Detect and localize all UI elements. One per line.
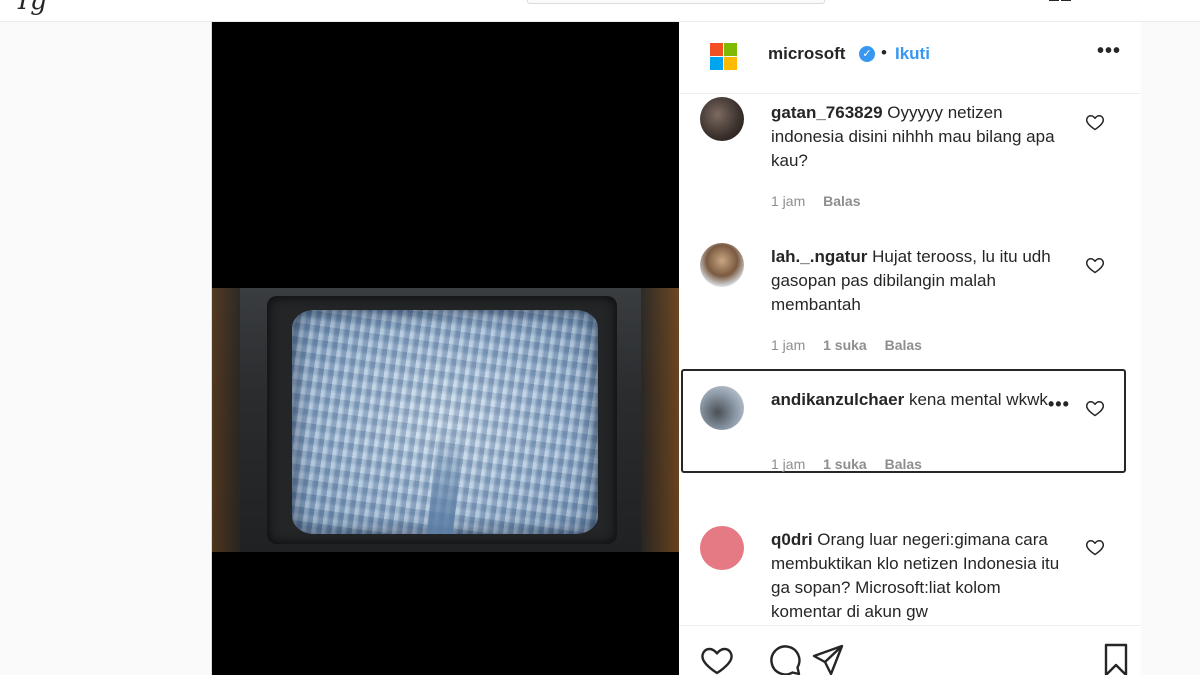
avatar[interactable] bbox=[700, 526, 744, 570]
instagram-wordmark-logo[interactable]: Ig bbox=[18, 0, 49, 16]
comment-username[interactable]: q0dri bbox=[771, 530, 813, 549]
nav-icon[interactable] bbox=[1048, 0, 1078, 4]
avatar[interactable] bbox=[700, 386, 744, 430]
light-right bbox=[641, 288, 679, 552]
logo-green-square bbox=[724, 43, 737, 56]
post-media[interactable] bbox=[212, 22, 679, 675]
post-dialog: microsoft ✓ • Ikuti ••• gatan_763829 Oyy… bbox=[211, 22, 1141, 675]
heart-icon[interactable] bbox=[1085, 112, 1105, 132]
comment-time[interactable]: 1 jam bbox=[771, 456, 805, 472]
comment-likes[interactable]: 1 suka bbox=[823, 337, 867, 353]
reply-button[interactable]: Balas bbox=[885, 337, 922, 353]
light-left bbox=[212, 288, 240, 552]
avatar[interactable] bbox=[700, 243, 744, 287]
comment-meta: 1 jam Balas bbox=[771, 193, 874, 209]
avatar[interactable] bbox=[700, 97, 744, 141]
comment-text: kena mental wkwk bbox=[908, 390, 1048, 409]
tv-video-frame bbox=[212, 288, 679, 552]
logo-red-square bbox=[710, 43, 723, 56]
follow-button[interactable]: Ikuti bbox=[895, 44, 930, 64]
tv-screen-snowy-forest bbox=[292, 310, 598, 534]
comment-options-button[interactable]: ••• bbox=[1048, 394, 1070, 415]
comment-body: gatan_763829 Oyyyyy netizen indonesia di… bbox=[771, 101, 1071, 173]
bookmark-icon[interactable] bbox=[1098, 642, 1134, 675]
share-icon[interactable] bbox=[810, 642, 846, 675]
header-separator: • bbox=[881, 43, 887, 62]
comments-panel: microsoft ✓ • Ikuti ••• gatan_763829 Oyy… bbox=[679, 22, 1141, 675]
post-header: microsoft ✓ • Ikuti ••• bbox=[679, 22, 1141, 94]
logo-yellow-square bbox=[724, 57, 737, 70]
search-input[interactable] bbox=[527, 0, 825, 4]
more-options-button[interactable]: ••• bbox=[1097, 40, 1121, 63]
comment-likes[interactable]: 1 suka bbox=[823, 456, 867, 472]
comment-username[interactable]: andikanzulchaer bbox=[771, 390, 904, 409]
top-navigation: Ig bbox=[0, 0, 1200, 22]
comment-text: Orang luar negeri:gimana cara membuktika… bbox=[771, 530, 1060, 621]
heart-icon[interactable] bbox=[1085, 255, 1105, 275]
like-heart-icon[interactable] bbox=[699, 642, 735, 675]
header-username[interactable]: microsoft bbox=[768, 44, 845, 64]
reply-button[interactable]: Balas bbox=[823, 193, 860, 209]
microsoft-logo[interactable] bbox=[708, 41, 738, 71]
comment-icon[interactable] bbox=[767, 642, 803, 675]
logo-blue-square bbox=[710, 57, 723, 70]
comments-list[interactable]: gatan_763829 Oyyyyy netizen indonesia di… bbox=[679, 95, 1141, 625]
comment-time[interactable]: 1 jam bbox=[771, 337, 805, 353]
heart-icon[interactable] bbox=[1085, 398, 1105, 418]
comment-body: lah._.ngatur Hujat terooss, lu itu udh g… bbox=[771, 245, 1071, 317]
heart-icon[interactable] bbox=[1085, 537, 1105, 557]
comment-time[interactable]: 1 jam bbox=[771, 193, 805, 209]
comment-body: andikanzulchaer kena mental wkwk bbox=[771, 388, 1071, 412]
post-actions bbox=[679, 625, 1141, 675]
comment-username[interactable]: gatan_763829 bbox=[771, 103, 883, 122]
comment-body: q0dri Orang luar negeri:gimana cara memb… bbox=[771, 528, 1071, 624]
forest-path bbox=[426, 430, 464, 534]
comment-meta: 1 jam 1 suka Balas bbox=[771, 456, 936, 472]
comment-username[interactable]: lah._.ngatur bbox=[771, 247, 867, 266]
verified-badge-icon: ✓ bbox=[859, 46, 875, 62]
comment-meta: 1 jam 1 suka Balas bbox=[771, 337, 936, 353]
reply-button[interactable]: Balas bbox=[885, 456, 922, 472]
